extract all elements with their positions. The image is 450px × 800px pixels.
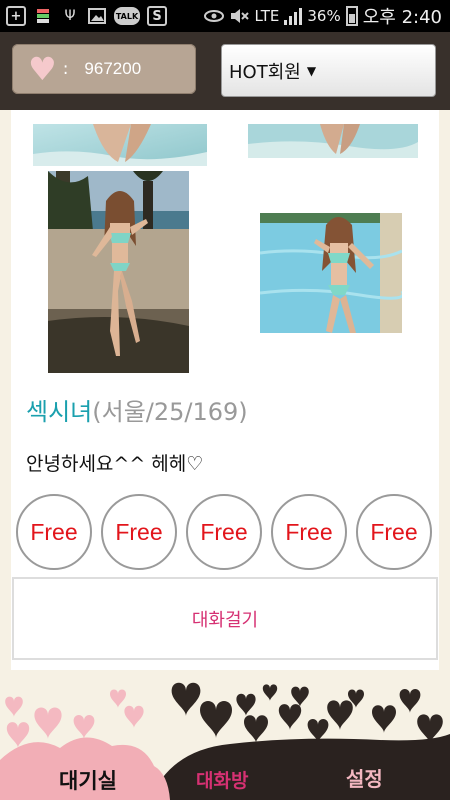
free-button[interactable]: Free bbox=[101, 494, 177, 570]
network-type-label: LTE bbox=[254, 7, 280, 25]
tab-waiting-room[interactable]: 대기실 bbox=[59, 765, 117, 795]
bottom-nav: 대기실 대화방 설정 bbox=[0, 670, 450, 800]
free-button[interactable]: Free bbox=[356, 494, 432, 570]
status-bar: + Ψ TALK S LTE 36% 오후 2:40 bbox=[0, 0, 450, 32]
talk-icon: TALK bbox=[114, 7, 140, 25]
battery-icon bbox=[345, 6, 358, 26]
eye-icon bbox=[204, 6, 225, 26]
profile-photo[interactable] bbox=[48, 171, 189, 373]
free-button[interactable]: Free bbox=[16, 494, 92, 570]
clock: 오후 2:40 bbox=[362, 7, 442, 28]
usb-icon: Ψ bbox=[64, 8, 76, 24]
member-type-select[interactable]: HOT회원 ▼ bbox=[221, 44, 436, 97]
s-icon: S bbox=[147, 6, 167, 26]
member-type-label: HOT회원 bbox=[229, 61, 301, 83]
mute-icon bbox=[229, 6, 250, 26]
profile-card: 섹시녀(서울/25/169) 안녕하세요^^ 헤헤♡ Free Free Fre… bbox=[11, 110, 439, 670]
points-value: 967200 bbox=[84, 59, 142, 78]
profile-meta: (서울/25/169) bbox=[92, 398, 248, 426]
tab-settings[interactable]: 설정 bbox=[346, 763, 383, 792]
points-display[interactable]: ♥ : 967200 bbox=[12, 44, 196, 94]
profile-name-line: 섹시녀(서울/25/169) bbox=[26, 392, 248, 427]
start-chat-button[interactable]: 대화걸기 bbox=[12, 577, 438, 660]
profile-photo[interactable] bbox=[248, 124, 418, 158]
signal-icon bbox=[284, 7, 303, 25]
heart-icon: ♥ bbox=[28, 50, 57, 88]
flag-icon bbox=[33, 6, 53, 26]
battery-percent: 36% bbox=[307, 7, 341, 25]
header-bar: ♥ : 967200 HOT회원 ▼ bbox=[0, 32, 450, 110]
free-button[interactable]: Free bbox=[186, 494, 262, 570]
profile-greeting: 안녕하세요^^ 헤헤♡ bbox=[26, 453, 204, 475]
image-icon bbox=[87, 6, 107, 26]
points-colon: : bbox=[62, 59, 69, 79]
tab-chat-room[interactable]: 대화방 bbox=[196, 766, 248, 793]
free-button[interactable]: Free bbox=[271, 494, 347, 570]
profile-photo[interactable] bbox=[260, 213, 402, 333]
dropdown-arrow-icon: ▼ bbox=[306, 63, 317, 78]
plus-icon: + bbox=[6, 6, 26, 26]
free-gift-row: Free Free Free Free Free bbox=[16, 494, 436, 570]
profile-name: 섹시녀 bbox=[26, 398, 93, 426]
profile-photo[interactable] bbox=[33, 124, 207, 166]
